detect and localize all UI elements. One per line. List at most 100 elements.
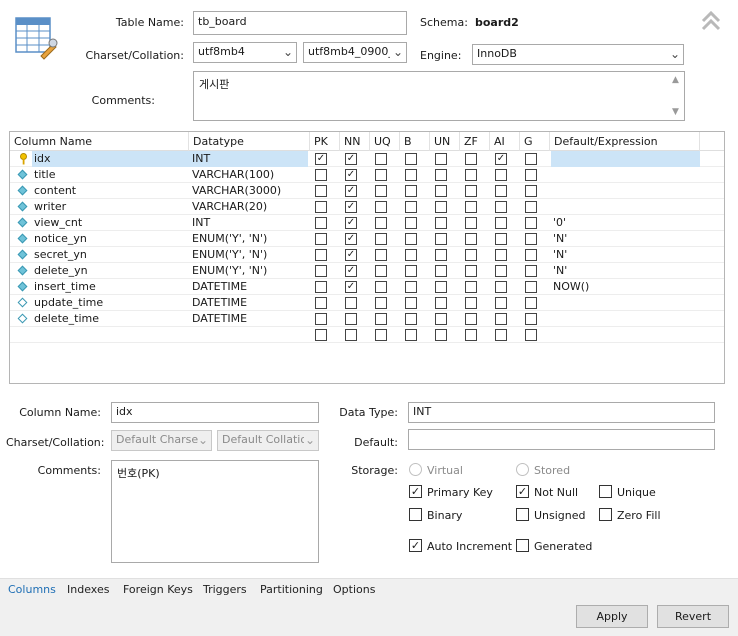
checkbox-b[interactable] xyxy=(405,281,417,293)
cell-default[interactable]: '0' xyxy=(551,215,700,231)
checkbox-nn[interactable]: ✓ xyxy=(345,233,357,245)
checkbox-zf[interactable] xyxy=(465,249,477,261)
tab-indexes[interactable]: Indexes xyxy=(63,579,113,601)
tab-partitioning[interactable]: Partitioning xyxy=(256,579,327,601)
checkbox-b[interactable] xyxy=(405,297,417,309)
checkbox-uq[interactable] xyxy=(375,217,387,229)
checkbox-b[interactable] xyxy=(405,233,417,245)
checkbox-nn[interactable]: ✓ xyxy=(345,169,357,181)
checkbox-g[interactable] xyxy=(525,281,537,293)
checkbox-nn[interactable]: ✓ xyxy=(345,185,357,197)
checkbox-pk[interactable] xyxy=(315,329,327,341)
checkbox-zf[interactable] xyxy=(465,185,477,197)
tab-options[interactable]: Options xyxy=(329,579,379,601)
checkbox-ai[interactable] xyxy=(495,281,507,293)
primary-key-checkbox[interactable]: ✓ xyxy=(409,485,422,498)
apply-button[interactable]: Apply xyxy=(576,605,648,628)
column-name-input[interactable]: idx xyxy=(111,402,319,423)
checkbox-ai[interactable] xyxy=(495,313,507,325)
checkbox-zf[interactable] xyxy=(465,297,477,309)
not-null-checkbox[interactable]: ✓ xyxy=(516,485,529,498)
table-row[interactable]: secret_yn ENUM('Y', 'N') ✓ 'N' xyxy=(10,247,724,263)
checkbox-ai[interactable] xyxy=(495,201,507,213)
checkbox-un[interactable] xyxy=(435,217,447,229)
cell-default[interactable]: NOW() xyxy=(551,279,700,295)
cell-default[interactable]: 'N' xyxy=(551,263,700,279)
table-row[interactable]: writer VARCHAR(20) ✓ xyxy=(10,199,724,215)
collation-select[interactable]: utf8mb4_0900_a ⌄ xyxy=(303,42,407,63)
checkbox-zf[interactable] xyxy=(465,217,477,229)
checkbox-nn[interactable] xyxy=(345,297,357,309)
header-un[interactable]: UN xyxy=(430,132,460,151)
checkbox-b[interactable] xyxy=(405,153,417,165)
data-type-input[interactable]: INT xyxy=(408,402,715,423)
checkbox-uq[interactable] xyxy=(375,297,387,309)
header-nn[interactable]: NN xyxy=(340,132,370,151)
cell-column-name[interactable]: content xyxy=(34,183,184,199)
checkbox-zf[interactable] xyxy=(465,313,477,325)
cell-datatype[interactable]: VARCHAR(100) xyxy=(192,167,307,183)
header-b[interactable]: B xyxy=(400,132,430,151)
table-row[interactable]: title VARCHAR(100) ✓ xyxy=(10,167,724,183)
checkbox-un[interactable] xyxy=(435,297,447,309)
header-column-name[interactable]: Column Name xyxy=(10,132,189,151)
header-ai[interactable]: AI xyxy=(490,132,520,151)
cell-default[interactable]: 'N' xyxy=(551,247,700,263)
checkbox-pk[interactable] xyxy=(315,185,327,197)
checkbox-b[interactable] xyxy=(405,329,417,341)
header-g[interactable]: G xyxy=(520,132,550,151)
table-row[interactable]: insert_time DATETIME ✓ NOW() xyxy=(10,279,724,295)
storage-stored-radio[interactable] xyxy=(516,463,529,476)
header-zf[interactable]: ZF xyxy=(460,132,490,151)
checkbox-nn[interactable]: ✓ xyxy=(345,249,357,261)
checkbox-un[interactable] xyxy=(435,265,447,277)
table-comments-textarea[interactable]: 게시판 ▲ ▼ xyxy=(193,71,685,121)
checkbox-uq[interactable] xyxy=(375,265,387,277)
checkbox-ai[interactable] xyxy=(495,169,507,181)
cell-datatype[interactable]: DATETIME xyxy=(192,311,307,327)
header-datatype[interactable]: Datatype xyxy=(189,132,310,151)
checkbox-g[interactable] xyxy=(525,249,537,261)
cell-datatype[interactable]: DATETIME xyxy=(192,279,307,295)
checkbox-zf[interactable] xyxy=(465,281,477,293)
table-row[interactable]: delete_time DATETIME xyxy=(10,311,724,327)
checkbox-pk[interactable] xyxy=(315,265,327,277)
column-collation-select[interactable]: Default Collation ⌄ xyxy=(217,430,319,451)
checkbox-g[interactable] xyxy=(525,217,537,229)
checkbox-g[interactable] xyxy=(525,233,537,245)
checkbox-uq[interactable] xyxy=(375,153,387,165)
engine-select[interactable]: InnoDB ⌄ xyxy=(472,44,684,65)
checkbox-nn[interactable] xyxy=(345,313,357,325)
checkbox-b[interactable] xyxy=(405,313,417,325)
checkbox-un[interactable] xyxy=(435,169,447,181)
cell-column-name[interactable]: title xyxy=(34,167,184,183)
checkbox-zf[interactable] xyxy=(465,153,477,165)
checkbox-zf[interactable] xyxy=(465,169,477,181)
cell-datatype[interactable] xyxy=(192,327,307,343)
cell-default[interactable]: 'N' xyxy=(551,231,700,247)
cell-column-name[interactable]: update_time xyxy=(34,295,184,311)
checkbox-un[interactable] xyxy=(435,281,447,293)
cell-datatype[interactable]: INT xyxy=(192,151,307,167)
checkbox-g[interactable] xyxy=(525,153,537,165)
cell-default[interactable] xyxy=(551,151,700,167)
checkbox-uq[interactable] xyxy=(375,329,387,341)
column-comments-textarea[interactable]: 번호(PK) xyxy=(111,460,319,563)
header-uq[interactable]: UQ xyxy=(370,132,400,151)
checkbox-uq[interactable] xyxy=(375,313,387,325)
checkbox-uq[interactable] xyxy=(375,169,387,181)
checkbox-pk[interactable] xyxy=(315,297,327,309)
checkbox-ai[interactable] xyxy=(495,185,507,197)
revert-button[interactable]: Revert xyxy=(657,605,729,628)
checkbox-b[interactable] xyxy=(405,217,417,229)
auto-increment-checkbox[interactable]: ✓ xyxy=(409,539,422,552)
cell-column-name[interactable]: secret_yn xyxy=(34,247,184,263)
checkbox-g[interactable] xyxy=(525,169,537,181)
checkbox-ai[interactable] xyxy=(495,329,507,341)
table-row[interactable]: notice_yn ENUM('Y', 'N') ✓ 'N' xyxy=(10,231,724,247)
scroll-up-icon[interactable]: ▲ xyxy=(672,75,679,85)
columns-grid[interactable]: Column Name Datatype PK NN UQ B UN ZF AI… xyxy=(9,131,725,384)
cell-datatype[interactable]: INT xyxy=(192,215,307,231)
checkbox-pk[interactable]: ✓ xyxy=(315,153,327,165)
cell-datatype[interactable]: VARCHAR(3000) xyxy=(192,183,307,199)
